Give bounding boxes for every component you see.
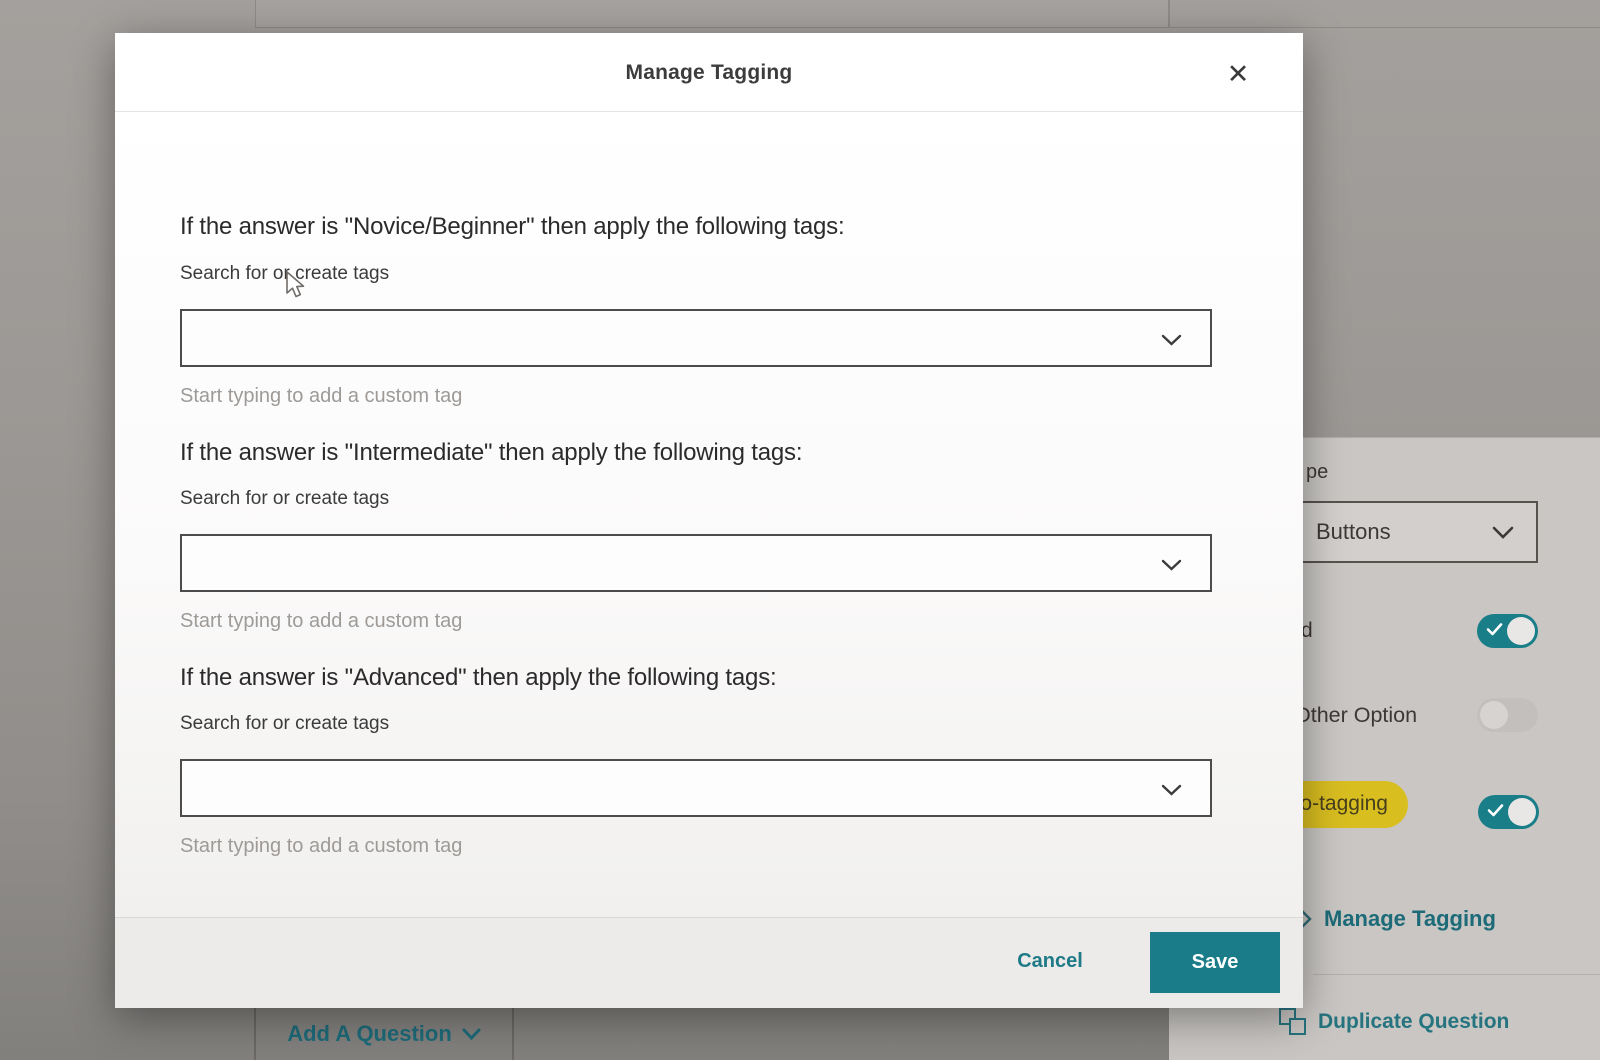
- required-toggle[interactable]: [1477, 614, 1538, 648]
- panel-divider: [1313, 974, 1600, 975]
- tag-select-intermediate[interactable]: [180, 534, 1212, 592]
- cancel-button[interactable]: Cancel: [995, 950, 1105, 973]
- section-label-intermediate: Search for or create tags: [180, 488, 389, 510]
- tag-hint-intermediate: Start typing to add a custom tag: [180, 610, 462, 633]
- chevron-down-icon: [1492, 526, 1514, 539]
- other-option-label: Other Option: [1294, 703, 1417, 728]
- check-icon: [1486, 622, 1503, 636]
- add-question-button[interactable]: Add A Question: [254, 1008, 514, 1060]
- section-heading-intermediate: If the answer is "Intermediate" then app…: [180, 439, 802, 467]
- auto-tagging-toggle[interactable]: [1478, 795, 1539, 829]
- auto-tagging-badge-label: o-tagging: [1300, 792, 1388, 816]
- tag-hint-advanced: Start typing to add a custom tag: [180, 835, 462, 858]
- toggle-knob: [1507, 617, 1535, 645]
- add-question-label: Add A Question: [287, 1021, 452, 1047]
- duplicate-question-label: Duplicate Question: [1318, 1010, 1509, 1034]
- other-option-toggle[interactable]: [1477, 698, 1538, 732]
- chevron-down-icon: [462, 1028, 481, 1040]
- chevron-down-icon: [1161, 784, 1182, 796]
- section-label-advanced: Search for or create tags: [180, 713, 389, 735]
- tag-select-advanced[interactable]: [180, 759, 1212, 817]
- modal-footer: Cancel Save: [115, 917, 1303, 1008]
- duplicate-icon: [1279, 1008, 1306, 1035]
- toggle-knob: [1480, 701, 1508, 729]
- check-icon: [1487, 803, 1504, 817]
- section-heading-advanced: If the answer is "Advanced" then apply t…: [180, 664, 776, 692]
- chevron-down-icon: [1161, 559, 1182, 571]
- modal-title: Manage Tagging: [115, 33, 1303, 112]
- page: pe Buttons d Other Option: [0, 0, 1600, 1060]
- right-panel-left-border: [1169, 0, 1170, 28]
- manage-tagging-modal: Manage Tagging ✕ If the answer is "Novic…: [115, 33, 1303, 1008]
- question-type-select[interactable]: Buttons: [1280, 501, 1538, 563]
- duplicate-question-button[interactable]: Duplicate Question: [1279, 1008, 1509, 1035]
- tag-select-novice[interactable]: [180, 309, 1212, 367]
- chevron-down-icon: [1161, 334, 1182, 346]
- section-label-novice: Search for or create tags: [180, 263, 389, 285]
- right-panel-top-border: [1169, 27, 1600, 28]
- toggle-knob: [1508, 798, 1536, 826]
- close-icon[interactable]: ✕: [1220, 57, 1256, 93]
- section-heading-novice: If the answer is "Novice/Beginner" then …: [180, 213, 844, 241]
- manage-tagging-label: Manage Tagging: [1324, 906, 1496, 932]
- modal-body: If the answer is "Novice/Beginner" then …: [115, 113, 1303, 917]
- question-type-value: Buttons: [1316, 519, 1391, 545]
- question-card-edge: [255, 0, 1169, 28]
- manage-tagging-link[interactable]: Manage Tagging: [1295, 904, 1496, 934]
- modal-header: Manage Tagging ✕: [115, 33, 1303, 112]
- tag-hint-novice: Start typing to add a custom tag: [180, 385, 462, 408]
- type-label: pe: [1306, 461, 1328, 484]
- save-button[interactable]: Save: [1150, 932, 1280, 993]
